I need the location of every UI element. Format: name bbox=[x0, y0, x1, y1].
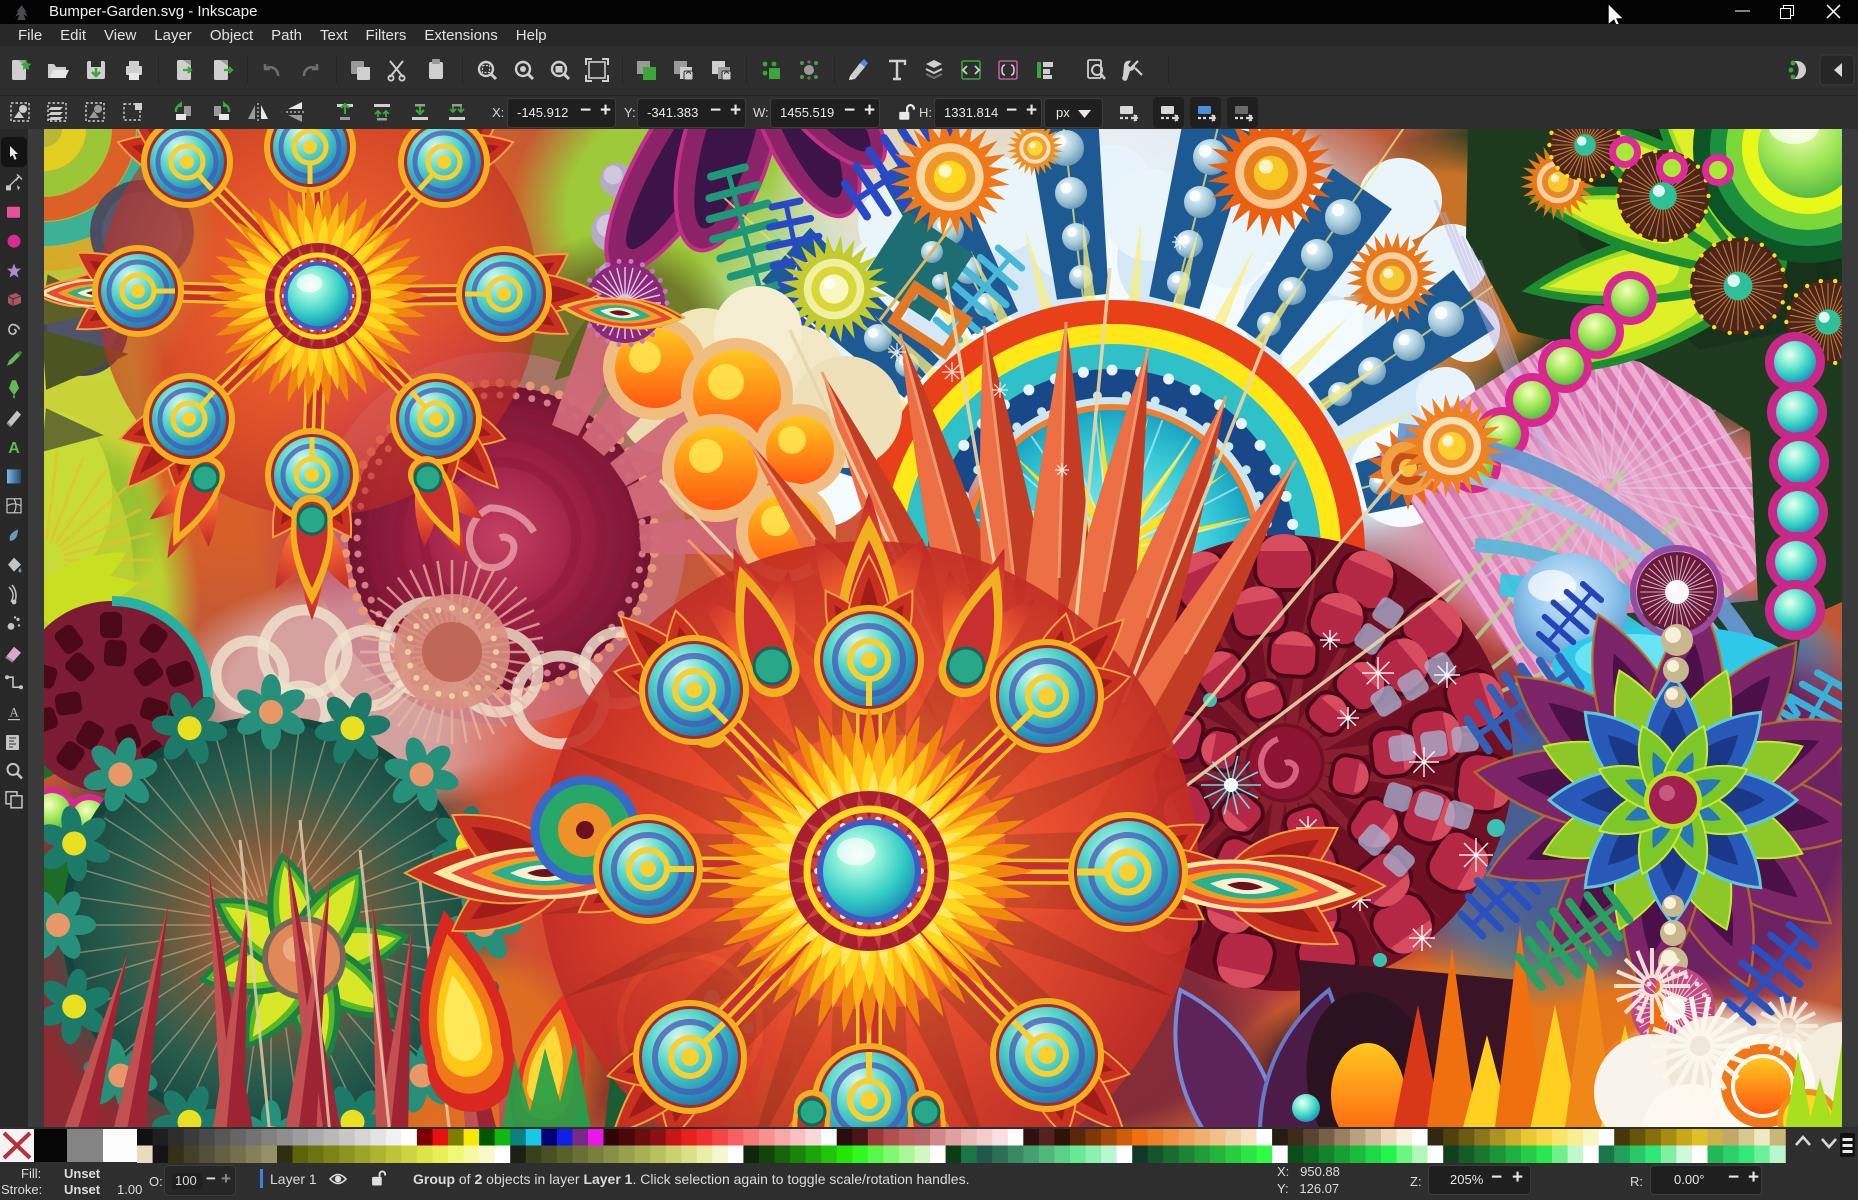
svg-text:A: A bbox=[9, 705, 19, 720]
svg-text:A: A bbox=[8, 440, 20, 457]
